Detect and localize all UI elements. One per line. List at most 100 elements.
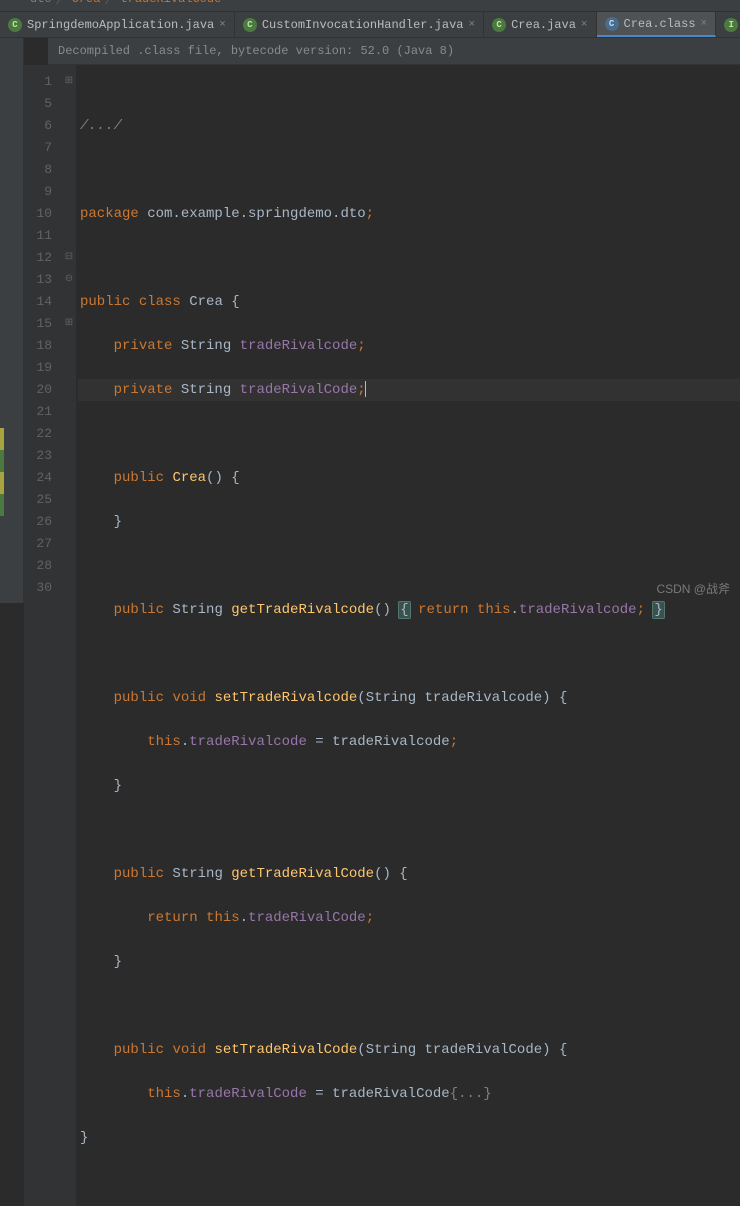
- line-number[interactable]: 23: [30, 445, 52, 467]
- line-number[interactable]: 9: [30, 181, 52, 203]
- fold-toggle-icon[interactable]: ⊟: [62, 247, 76, 269]
- line-number[interactable]: 11: [30, 225, 52, 247]
- left-toolbar: [0, 38, 24, 603]
- keyword: public: [114, 1042, 164, 1058]
- code-line[interactable]: package com.example.springdemo.dto;: [78, 203, 740, 225]
- line-number[interactable]: 7: [30, 137, 52, 159]
- line-number[interactable]: 19: [30, 357, 52, 379]
- brace-match: }: [652, 601, 664, 619]
- tab-label: Crea.class: [624, 17, 696, 31]
- line-number[interactable]: 24: [30, 467, 52, 489]
- code-line[interactable]: public Crea() {: [78, 467, 740, 489]
- code-line[interactable]: public void setTradeRivalcode(String tra…: [78, 687, 740, 709]
- code-line[interactable]: this.tradeRivalCode = tradeRivalCode{...…: [78, 1083, 740, 1105]
- semicolon: ;: [637, 602, 645, 618]
- keyword: private: [114, 338, 173, 354]
- code-line[interactable]: [78, 159, 740, 181]
- line-number[interactable]: 15: [30, 313, 52, 335]
- close-icon[interactable]: ×: [219, 19, 226, 31]
- line-number[interactable]: 14: [30, 291, 52, 313]
- keyword: this: [147, 734, 181, 750]
- code-line-current[interactable]: private String tradeRivalCode;: [78, 379, 740, 401]
- dot: .: [181, 1086, 189, 1102]
- code-line[interactable]: }: [78, 951, 740, 973]
- keyword: public: [114, 690, 164, 706]
- code-line[interactable]: return this.tradeRivalCode;: [78, 907, 740, 929]
- change-marker: [0, 494, 4, 516]
- line-number[interactable]: 25: [30, 489, 52, 511]
- paren: ): [542, 1042, 550, 1058]
- line-number[interactable]: 13: [30, 269, 52, 291]
- keyword: public: [80, 294, 130, 310]
- line-number[interactable]: 20: [30, 379, 52, 401]
- method: setTradeRivalcode: [214, 690, 357, 706]
- code-line[interactable]: }: [78, 775, 740, 797]
- fold-toggle-icon: [62, 379, 76, 401]
- line-number[interactable]: 5: [30, 93, 52, 115]
- code-line[interactable]: }: [78, 511, 740, 533]
- keyword: public: [114, 470, 164, 486]
- code-line[interactable]: public String getTradeRivalcode() { retu…: [78, 599, 740, 621]
- editor-tab[interactable]: Crea.class ×: [597, 12, 717, 37]
- editor-tab[interactable]: Crea.java×: [484, 12, 596, 37]
- line-number[interactable]: 21: [30, 401, 52, 423]
- code-line[interactable]: [78, 423, 740, 445]
- type: String: [164, 602, 231, 618]
- semicolon: ;: [450, 734, 458, 750]
- breadcrumb-seg[interactable]: Crea: [72, 0, 101, 6]
- code-line[interactable]: public String getTradeRivalCode() {: [78, 863, 740, 885]
- folded-region[interactable]: {...}: [450, 1086, 492, 1102]
- fold-toggle-icon[interactable]: ⊞: [62, 313, 76, 335]
- code-line[interactable]: [78, 555, 740, 577]
- close-icon[interactable]: ×: [701, 18, 708, 30]
- method: getTradeRivalCode: [231, 866, 374, 882]
- line-number[interactable]: 10: [30, 203, 52, 225]
- code-line[interactable]: }: [78, 1127, 740, 1149]
- code-line[interactable]: [78, 819, 740, 841]
- close-icon[interactable]: ×: [581, 19, 588, 31]
- type: String: [172, 338, 239, 354]
- code-line[interactable]: this.tradeRivalcode = tradeRivalcode;: [78, 731, 740, 753]
- close-icon[interactable]: ×: [468, 19, 475, 31]
- line-number[interactable]: 22: [30, 423, 52, 445]
- code-line[interactable]: /.../: [78, 115, 740, 137]
- editor-tab[interactable]: EatInte: [716, 12, 740, 37]
- method: setTradeRivalCode: [214, 1042, 357, 1058]
- breadcrumb-seg[interactable]: tradeRivalCode: [120, 0, 221, 6]
- code-line[interactable]: [78, 247, 740, 269]
- parens: (): [206, 470, 223, 486]
- editor-tab[interactable]: SpringdemoApplication.java×: [0, 12, 235, 37]
- keyword: public: [114, 602, 164, 618]
- file-type-icon: [243, 18, 257, 32]
- line-number[interactable]: 27: [30, 533, 52, 555]
- fold-column: ⊞ ⊟⊖ ⊞: [62, 65, 76, 1206]
- keyword: this: [147, 1086, 181, 1102]
- field: tradeRivalcode: [240, 338, 358, 354]
- chevron-right-icon: 〉: [104, 0, 116, 7]
- line-number[interactable]: 1: [30, 71, 52, 93]
- fold-toggle-icon[interactable]: ⊖: [62, 269, 76, 291]
- line-number[interactable]: 6: [30, 115, 52, 137]
- type: String: [164, 866, 231, 882]
- code-line[interactable]: private String tradeRivalcode;: [78, 335, 740, 357]
- fold-toggle-icon[interactable]: ⊞: [62, 71, 76, 93]
- line-number[interactable]: 8: [30, 159, 52, 181]
- code-line[interactable]: [78, 995, 740, 1017]
- code-area[interactable]: /.../ package com.example.springdemo.dto…: [76, 65, 740, 1206]
- fold-toggle-icon: [62, 423, 76, 445]
- brace: {: [399, 866, 407, 882]
- code-line[interactable]: public class Crea {: [78, 291, 740, 313]
- code-line[interactable]: public void setTradeRivalCode(String tra…: [78, 1039, 740, 1061]
- line-number[interactable]: 18: [30, 335, 52, 357]
- editor-tab[interactable]: CustomInvocationHandler.java×: [235, 12, 484, 37]
- line-number[interactable]: 26: [30, 511, 52, 533]
- change-marker: [0, 450, 4, 472]
- line-number[interactable]: 28: [30, 555, 52, 577]
- dot: .: [511, 602, 519, 618]
- line-number[interactable]: 12: [30, 247, 52, 269]
- line-gutter: 1567891011121314151819202122232425262728…: [24, 65, 62, 1206]
- line-number[interactable]: 30: [30, 577, 52, 599]
- code-line[interactable]: [78, 643, 740, 665]
- breadcrumb-seg[interactable]: dto: [30, 0, 52, 6]
- brace: }: [114, 954, 122, 970]
